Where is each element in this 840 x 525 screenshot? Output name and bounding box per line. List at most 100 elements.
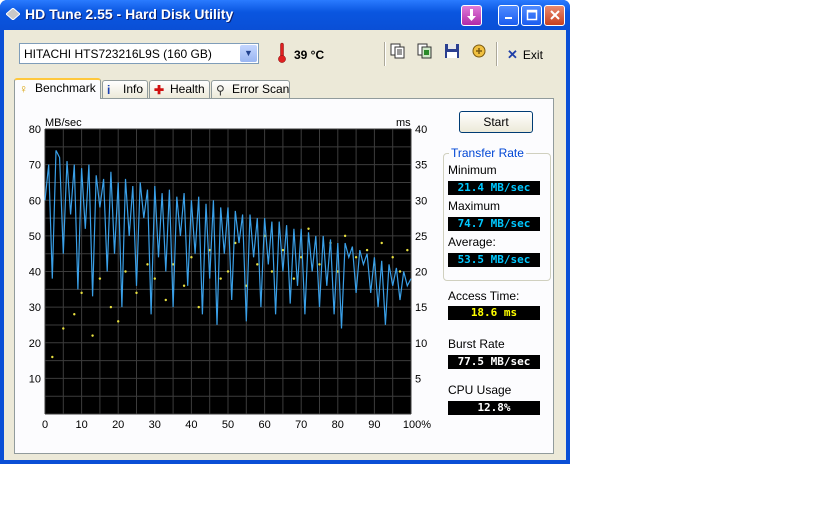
access-time-point xyxy=(98,277,102,280)
y2-tick-label: 40 xyxy=(415,124,427,136)
access-time-point xyxy=(219,277,222,280)
access-time-point xyxy=(343,234,347,238)
y-tick-label: 40 xyxy=(29,267,41,279)
y2-tick-label: 10 xyxy=(415,338,427,350)
tab-error-scan-label: Error Scan xyxy=(232,82,290,96)
tab-info-label: Info xyxy=(123,82,144,96)
y2-tick-label: 15 xyxy=(415,302,427,314)
info-icon: i xyxy=(107,83,111,97)
close-icon xyxy=(549,10,560,20)
burst-rate-label: Burst Rate xyxy=(448,337,505,351)
y-tick-label: 60 xyxy=(29,195,41,207)
toolbar-separator xyxy=(384,42,386,66)
access-time-point xyxy=(365,248,369,252)
y2-tick-label: 30 xyxy=(415,195,427,207)
copy-screenshot-button[interactable] xyxy=(414,43,436,65)
access-time-point xyxy=(406,248,409,252)
x-tick-label: 50 xyxy=(222,419,234,429)
access-time-point xyxy=(354,256,358,259)
x-tick-label: 10 xyxy=(75,419,87,429)
y2-tick-label: 25 xyxy=(415,231,427,243)
options-button[interactable] xyxy=(468,43,490,65)
temperature-readout: 39 °C xyxy=(294,48,325,62)
maximum-value: 74.7 MB/sec xyxy=(448,217,540,231)
maximize-button[interactable] xyxy=(521,5,542,26)
download-arrow-button[interactable] xyxy=(461,5,482,26)
tab-error-scan[interactable]: ⚲ Error Scan xyxy=(211,80,290,98)
x-tick-label: 0 xyxy=(42,419,48,429)
access-time-point xyxy=(146,263,149,266)
y-tick-label: 50 xyxy=(29,231,41,243)
chevron-down-icon[interactable]: ▼ xyxy=(240,45,257,62)
burst-rate-value: 77.5 MB/sec xyxy=(448,355,540,369)
exit-label: Exit xyxy=(522,48,543,62)
minimize-button[interactable] xyxy=(498,5,519,26)
access-time-point xyxy=(109,305,113,309)
tab-info[interactable]: i Info xyxy=(102,80,148,98)
access-time-label: Access Time: xyxy=(448,289,520,303)
access-time-point xyxy=(256,263,259,266)
y-tick-label: 10 xyxy=(29,373,41,385)
y2-tick-label: 5 xyxy=(415,373,421,385)
x-tick-label: 40 xyxy=(185,419,197,429)
minimum-value: 21.4 MB/sec xyxy=(448,181,540,195)
tab-benchmark[interactable]: ♀ Benchmark xyxy=(14,78,101,99)
benchmark-icon: ♀ xyxy=(19,82,28,96)
exit-button[interactable]: ✕ Exit xyxy=(507,47,543,63)
drive-select[interactable]: HITACHI HTS723216L9S (160 GB) ▼ xyxy=(19,43,259,64)
options-hand-icon xyxy=(472,44,486,58)
access-time-point xyxy=(197,305,200,309)
save-button[interactable] xyxy=(441,43,463,65)
y2-tick-label: 20 xyxy=(415,267,427,279)
magnifier-icon: ⚲ xyxy=(216,83,225,97)
access-time-point xyxy=(281,248,285,252)
x-tick-label: 80 xyxy=(332,419,344,429)
access-time-point xyxy=(124,270,127,273)
average-value: 53.5 MB/sec xyxy=(448,253,540,267)
access-time-point xyxy=(164,298,167,302)
cpu-usage-value: 12.8% xyxy=(448,401,540,415)
y-tick-label: 30 xyxy=(29,302,41,314)
x-tick-label: 70 xyxy=(295,419,307,429)
copy-text-button[interactable] xyxy=(387,43,409,65)
y-axis-label: MB/sec xyxy=(45,117,82,129)
access-time-point xyxy=(318,263,321,266)
down-arrow-icon xyxy=(467,9,476,21)
access-time-point xyxy=(182,284,186,287)
access-time-point xyxy=(292,277,296,280)
access-time-point xyxy=(51,355,54,359)
access-time-point xyxy=(391,256,394,259)
start-button[interactable]: Start xyxy=(459,111,533,133)
access-time-point xyxy=(380,241,383,245)
toolbar-separator xyxy=(496,42,498,66)
access-time-point xyxy=(398,270,402,273)
maximum-label: Maximum xyxy=(448,199,501,213)
access-time-point xyxy=(153,277,156,280)
client-area: HITACHI HTS723216L9S (160 GB) ▼ 39 °C ✕ E… xyxy=(4,30,566,460)
access-time-point xyxy=(190,256,193,259)
x-tick-label: 20 xyxy=(112,419,124,429)
title-bar[interactable]: HD Tune 2.55 - Hard Disk Utility xyxy=(0,0,570,30)
access-time-value: 18.6 ms xyxy=(448,306,540,320)
access-time-point xyxy=(62,327,65,330)
access-time-point xyxy=(270,270,274,273)
window-title: HD Tune 2.55 - Hard Disk Utility xyxy=(25,6,234,22)
app-window: HD Tune 2.55 - Hard Disk Utility HITACHI… xyxy=(0,0,570,464)
tab-health-label: Health xyxy=(170,82,205,96)
minimum-label: Minimum xyxy=(448,163,497,177)
copy-icon xyxy=(390,43,405,59)
close-button[interactable] xyxy=(544,5,565,26)
y-tick-label: 80 xyxy=(29,124,41,136)
access-time-point xyxy=(117,320,120,323)
hd-tune-app-icon xyxy=(6,8,20,20)
drive-select-value: HITACHI HTS723216L9S (160 GB) xyxy=(24,47,212,61)
floppy-disk-icon xyxy=(445,44,459,58)
tab-health[interactable]: ✚ Health xyxy=(149,80,210,98)
x-tick-label: 60 xyxy=(258,419,270,429)
access-time-point xyxy=(80,291,83,295)
benchmark-chart: MB/sec ms 10 20 30 40 50 60 70 80 5 10 15 20 25 30 35 4… xyxy=(29,117,432,429)
maximize-icon xyxy=(526,9,537,21)
x-tick-label: 30 xyxy=(149,419,161,429)
benchmark-panel: MB/sec ms 10 20 30 40 50 60 70 80 5 10 15 20 25 30 35 4… xyxy=(14,98,554,454)
access-time-point xyxy=(73,313,76,316)
